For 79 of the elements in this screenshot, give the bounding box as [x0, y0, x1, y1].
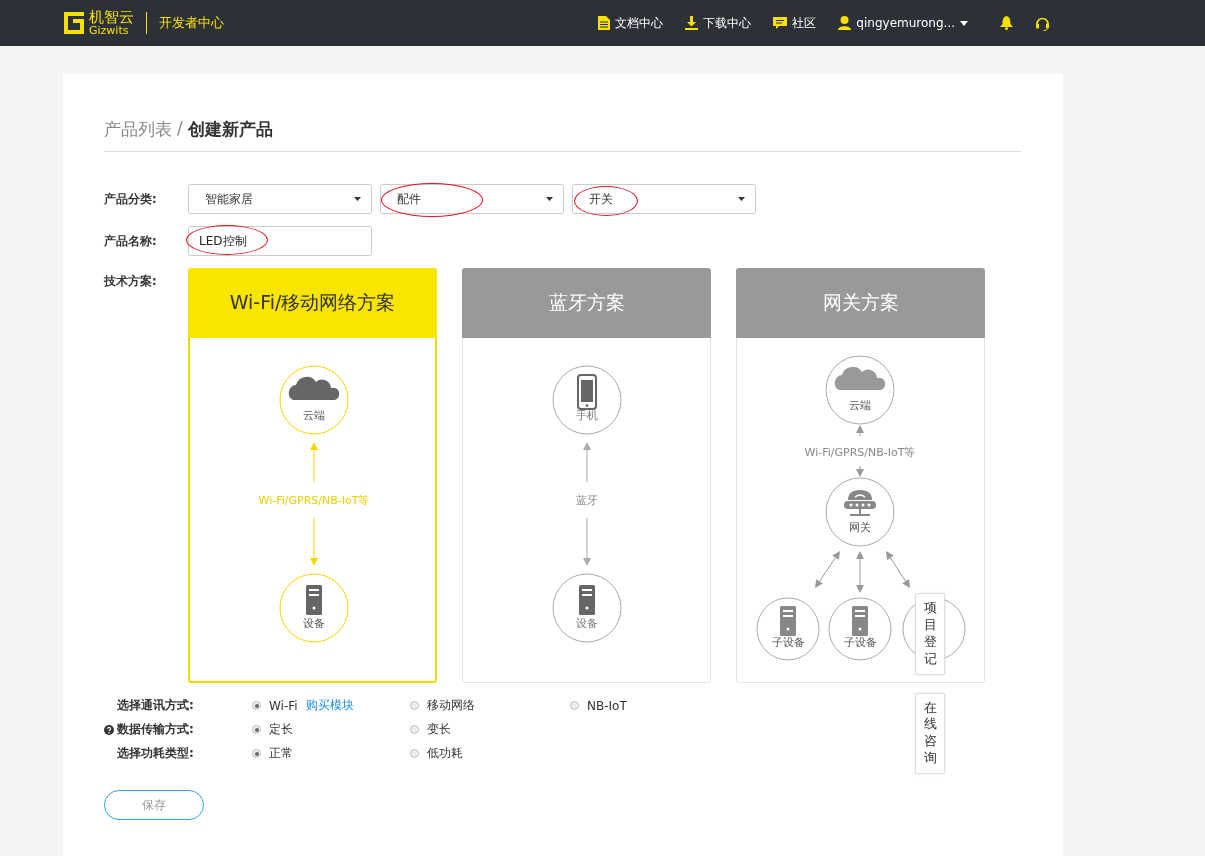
server-icon — [852, 606, 868, 636]
node-label: 设备 — [303, 616, 325, 630]
logo-text: 机智云 — [89, 10, 134, 25]
document-icon — [598, 16, 611, 30]
arrow — [310, 442, 318, 483]
radio-button[interactable] — [410, 749, 419, 758]
buy-module-link[interactable]: 购买模块 — [305, 697, 354, 714]
node-label: 子设备 — [843, 636, 877, 650]
server-icon — [306, 585, 322, 615]
radio-button[interactable] — [570, 701, 579, 710]
section-title: 开发者中心 — [159, 14, 224, 32]
field-label: 技术方案: — [104, 274, 158, 289]
node-label: 手机 — [576, 408, 598, 422]
user-menu[interactable]: qingyemurong... — [838, 16, 968, 30]
arrow — [583, 442, 591, 483]
cloud-icon — [288, 376, 340, 400]
radio-button[interactable] — [252, 749, 261, 758]
help-icon[interactable] — [104, 724, 114, 735]
cloud-icon — [834, 366, 886, 390]
dropdown[interactable]: 智能家居 — [188, 184, 372, 214]
radio-label[interactable]: 低功耗 — [427, 745, 463, 762]
logo-icon — [62, 10, 86, 36]
headset-icon[interactable] — [1035, 15, 1050, 31]
router-icon — [844, 490, 876, 516]
radio-label[interactable]: 移动网络 — [427, 697, 475, 714]
caret-icon — [738, 197, 745, 201]
radio-label[interactable]: Wi-Fi — [269, 698, 298, 713]
double-arrow — [815, 551, 840, 588]
caret-icon — [960, 20, 968, 26]
caret-icon — [546, 197, 553, 201]
scheme-tab[interactable]: Wi-Fi/移动网络方案 — [188, 268, 437, 338]
input-field[interactable]: LED控制 — [188, 226, 372, 256]
radio-button[interactable] — [410, 725, 419, 734]
arrow — [856, 465, 864, 477]
server-icon — [780, 606, 796, 636]
dropdown[interactable]: 开关 — [572, 184, 756, 214]
arrow — [856, 425, 864, 437]
radio-label[interactable]: 变长 — [427, 721, 451, 738]
double-arrow — [856, 551, 864, 593]
radio-button[interactable] — [252, 701, 261, 710]
option-label: 选择功耗类型: — [117, 745, 194, 762]
nav-link[interactable]: 社区 — [773, 14, 817, 32]
radio-label[interactable]: 定长 — [269, 721, 293, 738]
logo-subtext: Gizwits — [89, 25, 130, 36]
node-label: 子设备 — [771, 636, 805, 650]
node-circle — [552, 365, 622, 435]
user-icon — [838, 16, 852, 30]
server-icon — [579, 585, 595, 615]
link-label: Wi-Fi/GPRS/NB-IoT等 — [804, 446, 916, 459]
radio-label[interactable]: NB-IoT — [587, 698, 627, 713]
caret-icon — [354, 197, 361, 201]
chat-icon — [773, 16, 788, 30]
radio-button[interactable] — [410, 701, 419, 710]
float-button[interactable]: 在线咨询 — [915, 692, 945, 775]
dropdown[interactable]: 配件 — [380, 184, 564, 214]
double-arrow — [886, 551, 910, 588]
page-title: 创建新产品 — [187, 118, 273, 141]
phone-icon — [577, 374, 597, 410]
nav-link[interactable]: 下载中心 — [685, 14, 752, 32]
link-label: 蓝牙 — [576, 494, 598, 507]
breadcrumb-link[interactable]: 产品列表 — [104, 118, 172, 141]
option-label: 选择通讯方式: — [117, 697, 194, 714]
field-label: 产品名称: — [104, 233, 158, 249]
download-icon — [685, 16, 699, 30]
field-label: 产品分类: — [104, 191, 158, 207]
node-label: 云端 — [303, 408, 325, 422]
breadcrumb-separator: / — [177, 118, 183, 140]
radio-label[interactable]: 正常 — [269, 745, 293, 762]
nav-link[interactable]: 文档中心 — [598, 14, 664, 32]
arrow — [583, 517, 591, 566]
radio-button[interactable] — [252, 725, 261, 734]
node-label: 云端 — [849, 398, 871, 412]
arrow — [310, 517, 318, 566]
node-label: 设备 — [576, 616, 598, 630]
link-label: Wi-Fi/GPRS/NB-IoT等 — [258, 494, 370, 507]
node-label: 网关 — [849, 520, 871, 534]
bell-icon[interactable] — [1000, 16, 1013, 30]
option-label: 数据传输方式: — [117, 721, 194, 738]
float-button[interactable]: 项目登记 — [915, 593, 945, 675]
